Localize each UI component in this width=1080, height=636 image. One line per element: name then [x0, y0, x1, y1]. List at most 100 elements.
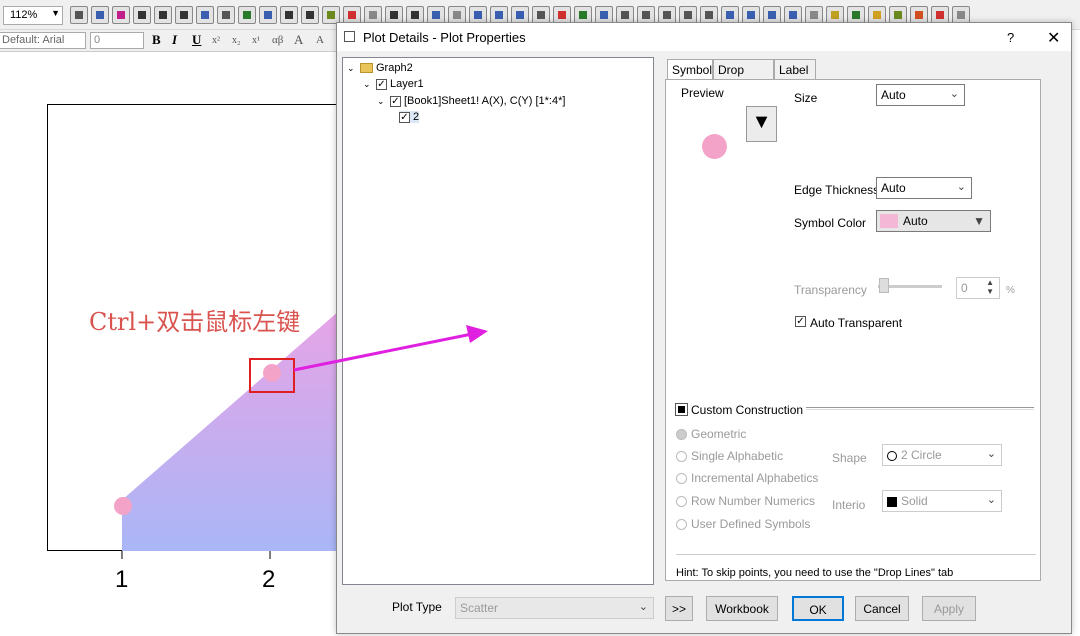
percent-label: %: [1006, 285, 1015, 296]
chevron-down-icon: ⌄: [956, 181, 966, 193]
symbol-gallery-button[interactable]: ▼: [746, 106, 777, 142]
interior-label: Interio: [832, 498, 866, 512]
font-size-select[interactable]: 0: [90, 32, 144, 49]
symbol-panel: Preview ▼ Size Auto ⌄ Edge Thickness Auto…: [665, 79, 1041, 581]
collapse-icon[interactable]: ⌄: [377, 96, 387, 107]
increase-font-icon[interactable]: A: [294, 32, 303, 48]
size-select[interactable]: Auto ⌄: [876, 84, 965, 106]
supersub-icon[interactable]: x¹: [252, 35, 260, 46]
preview-symbol: [702, 134, 727, 159]
tree-item-layer[interactable]: ⌄ ✓ Layer1: [363, 78, 424, 90]
subscript-icon[interactable]: x₂: [232, 35, 241, 46]
layout-icon[interactable]: [196, 6, 214, 24]
auto-transparent-checkbox[interactable]: ✓: [795, 316, 806, 327]
circle-icon: [887, 450, 897, 461]
checkbox-icon[interactable]: ✓: [399, 111, 410, 123]
folder-icon: [360, 63, 373, 73]
tree-item-graph[interactable]: ⌄ Graph2: [347, 62, 413, 74]
slider-thumb[interactable]: [879, 278, 889, 293]
edge-thickness-label: Edge Thickness: [794, 183, 880, 197]
edit-icon[interactable]: [154, 6, 172, 24]
annotation-text: Ctrl+双击鼠标左键: [89, 308, 301, 336]
solid-square-icon: [887, 496, 897, 507]
chevron-down-icon: ▼: [51, 8, 60, 18]
section-divider: [806, 407, 1034, 410]
greek-icon[interactable]: αβ: [272, 34, 283, 46]
zoom-select[interactable]: 112% ▼: [3, 6, 63, 25]
triangle-down-icon: ▼: [751, 111, 772, 133]
dropdown-icon: ▼: [973, 214, 985, 228]
hint-text: Hint: To skip points, you need to use th…: [676, 567, 954, 579]
dialog-titlebar: Plot Details - Plot Properties ? ✕: [337, 23, 1071, 51]
print-icon[interactable]: [70, 6, 88, 24]
bold-icon[interactable]: B: [152, 32, 161, 48]
graph-canvas: 1 2 Ctrl+双击鼠标左键: [0, 52, 347, 636]
chevron-down-icon: ⌄: [986, 494, 996, 506]
symbol-color-label: Symbol Color: [794, 216, 867, 230]
plot-type-label: Plot Type: [392, 600, 442, 614]
decrease-font-icon[interactable]: A: [316, 34, 324, 46]
help-button[interactable]: ?: [1007, 30, 1014, 45]
import-icon[interactable]: [91, 6, 109, 24]
radio-user-defined-symbols[interactable]: [676, 519, 687, 530]
shape-select[interactable]: 2 Circle ⌄: [882, 444, 1002, 466]
cancel-button[interactable]: Cancel: [855, 596, 909, 621]
tree-item-point[interactable]: ✓ 2: [399, 111, 420, 123]
shape-label: Shape: [832, 451, 867, 465]
tree-label: 2: [413, 111, 420, 123]
superscript-icon[interactable]: x²: [212, 35, 220, 46]
workbook-button[interactable]: Workbook: [706, 596, 778, 621]
tree-icon[interactable]: [217, 6, 235, 24]
size-label: Size: [794, 91, 818, 105]
hint-divider: [676, 554, 1036, 555]
layers-icon[interactable]: [175, 6, 193, 24]
collapse-icon[interactable]: ⌄: [363, 79, 373, 90]
highlight-box: [249, 358, 295, 393]
table-icon[interactable]: [133, 6, 151, 24]
x-tick-label-2: 2: [262, 566, 276, 593]
plot-tree: ⌄ Graph2 ⌄ ✓ Layer1 ⌄ ✓ [Book1]Sheet1! A…: [342, 57, 654, 585]
radio-incremental-alphabetics[interactable]: [676, 473, 687, 484]
radio-row-number-numerics[interactable]: [676, 496, 687, 507]
ok-button[interactable]: OK: [792, 596, 844, 621]
checkbox-icon[interactable]: ✓: [376, 78, 387, 90]
data-reader-icon[interactable]: [259, 6, 277, 24]
expand-button[interactable]: >>: [665, 596, 693, 621]
zoom-icon[interactable]: [238, 6, 256, 24]
option-row-number-numerics: Row Number Numerics: [691, 494, 816, 508]
plot-type-select[interactable]: Scatter ⌄: [455, 597, 654, 619]
chevron-down-icon: ⌄: [638, 601, 648, 613]
interior-select[interactable]: Solid ⌄: [882, 490, 1002, 512]
underline-icon[interactable]: U: [192, 32, 201, 48]
dialog-icon: [344, 31, 355, 42]
symbol-color-select[interactable]: Auto ▼: [876, 210, 991, 232]
tab-label[interactable]: Label: [774, 59, 816, 79]
theme-icon[interactable]: [112, 6, 130, 24]
option-user-defined-symbols: User Defined Symbols: [691, 517, 811, 531]
close-button[interactable]: ✕: [1047, 28, 1060, 48]
option-geometric: Geometric: [691, 427, 747, 441]
grid-icon[interactable]: [280, 6, 298, 24]
apply-button[interactable]: Apply: [922, 596, 976, 621]
tree-label: [Book1]Sheet1! A(X), C(Y) [1*:4*]: [404, 95, 566, 107]
collapse-icon[interactable]: ⌄: [347, 63, 357, 74]
custom-construction-label: Custom Construction: [691, 403, 804, 417]
tree-item-plot[interactable]: ⌄ ✓ [Book1]Sheet1! A(X), C(Y) [1*:4*]: [377, 95, 565, 107]
tab-drop-lines[interactable]: Drop Lines: [713, 59, 774, 91]
radio-single-alphabetic[interactable]: [676, 451, 687, 462]
spin-icon[interactable]: ▲ ▼: [986, 278, 994, 296]
tree-label: Layer1: [390, 78, 424, 90]
custom-construction-checkbox[interactable]: [675, 403, 688, 416]
chevron-down-icon: ⌄: [986, 448, 996, 460]
edge-thickness-select[interactable]: Auto ⌄: [876, 177, 972, 199]
italic-icon[interactable]: I: [172, 32, 177, 48]
tab-symbol[interactable]: Symbol: [667, 59, 713, 80]
font-select[interactable]: Default: Arial: [0, 32, 86, 49]
format-toolbar: Default: Arial 0 B I U x² x₂ x¹ αβ A A: [0, 30, 336, 52]
radio-geometric[interactable]: [676, 429, 687, 440]
checkbox-icon[interactable]: ✓: [390, 95, 401, 107]
preview-label: Preview: [681, 86, 724, 100]
option-single-alphabetic: Single Alphabetic: [691, 449, 784, 463]
transparency-input[interactable]: 0 ▲ ▼: [956, 277, 1000, 299]
notes-icon[interactable]: [301, 6, 319, 24]
